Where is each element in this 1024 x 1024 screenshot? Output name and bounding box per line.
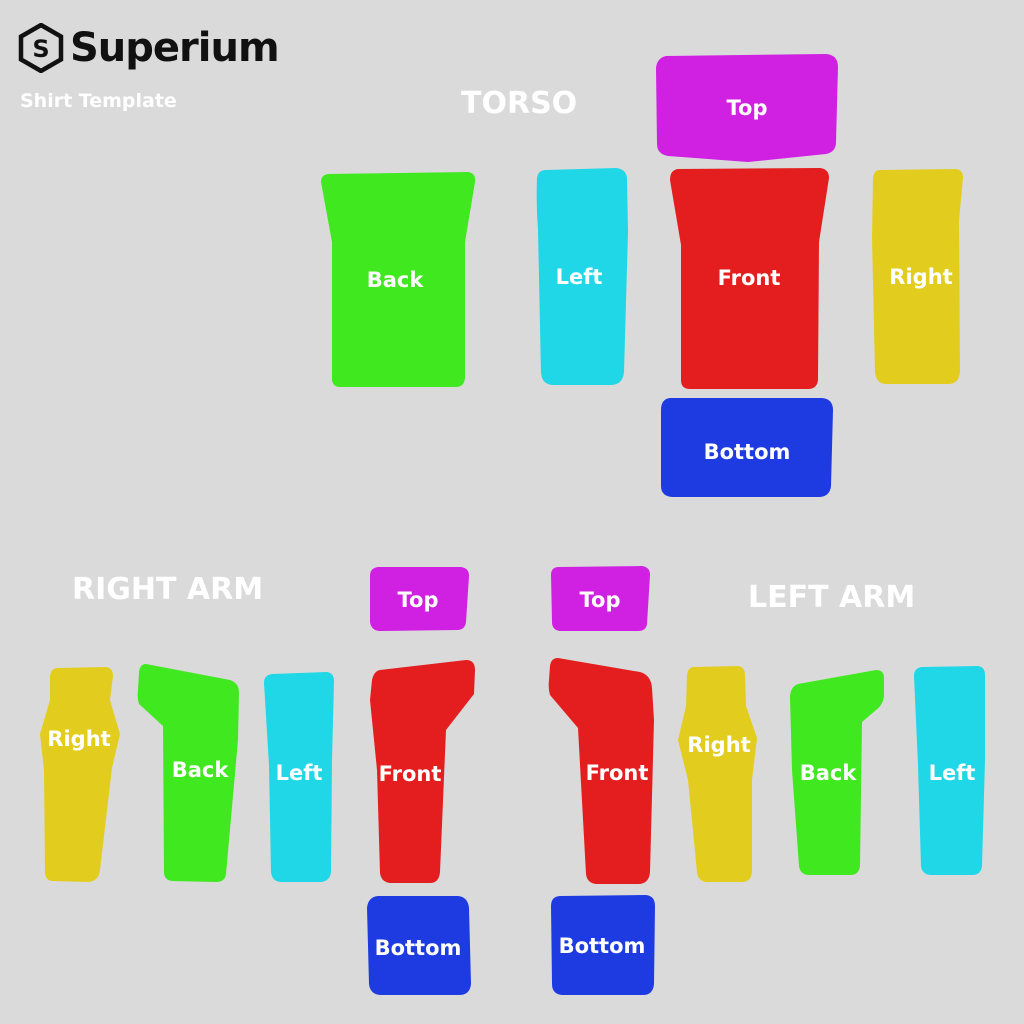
right-arm-right-panel: Right [40,667,120,882]
right-arm-left-panel: Left [264,672,334,882]
torso-right-label: Right [889,265,952,289]
right-arm-right-shape [40,667,120,882]
torso-right-panel: Right [872,169,963,384]
torso-top-label: Top [727,96,768,120]
right-arm-top-panel: Top [370,567,469,631]
right-arm-front-label: Front [379,762,442,786]
left-arm-back-panel: Back [790,670,884,875]
right-arm-left-label: Left [276,761,323,785]
right-arm-top-label: Top [398,588,439,612]
right-arm-back-label: Back [172,758,230,782]
left-arm-front-label: Front [586,761,649,785]
left-arm-front-panel: Front [548,658,654,884]
torso-bottom-label: Bottom [704,440,791,464]
left-arm-bottom-panel: Bottom [551,895,655,995]
right-arm-front-panel: Front [370,660,475,883]
left-arm-back-label: Back [800,761,858,785]
right-arm-bottom-label: Bottom [375,936,462,960]
left-arm-top-panel: Top [551,566,650,631]
left-arm-right-shape [678,666,757,882]
torso-back-panel: Back [321,172,476,387]
torso-front-label: Front [718,266,781,290]
left-arm-right-label: Right [687,733,750,757]
left-arm-right-panel: Right [678,666,757,882]
right-arm-right-label: Right [47,727,110,751]
right-arm-back-panel: Back [137,664,239,882]
torso-left-label: Left [556,265,603,289]
left-arm-left-panel: Left [914,666,985,875]
torso-bottom-panel: Bottom [661,398,833,497]
shirt-template-canvas: Top Back Left Front Right Bottom Right B… [40,54,985,995]
left-arm-top-label: Top [580,588,621,612]
left-arm-left-label: Left [929,761,976,785]
left-arm-bottom-label: Bottom [559,934,646,958]
right-arm-bottom-panel: Bottom [367,896,471,995]
torso-left-panel: Left [536,168,628,385]
torso-front-panel: Front [670,168,829,389]
torso-back-label: Back [367,268,425,292]
torso-top-panel: Top [656,54,838,162]
